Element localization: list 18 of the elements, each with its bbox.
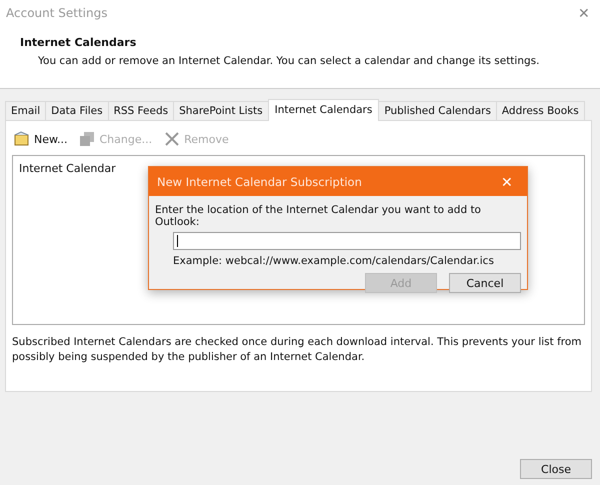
calendar-icon xyxy=(14,131,30,147)
prompt-text: Enter the location of the Internet Calendar you want to add to Outlook: xyxy=(155,204,482,228)
dialog-button[interactable]: Cancel xyxy=(449,273,521,293)
section-title: Internet Calendars xyxy=(20,36,138,49)
example-text: Example: webcal://www.example.com/calendars/Calendar.ics xyxy=(173,255,495,267)
url-field[interactable] xyxy=(173,232,521,250)
close-button[interactable]: Close xyxy=(520,459,592,479)
section-description: You can add or remove an Internet Calendar. You can select a calendar and change its settings. xyxy=(37,55,540,67)
toolbar-button[interactable]: New... xyxy=(12,129,70,149)
window-title: Account Settings xyxy=(6,6,108,20)
tab[interactable]: Email xyxy=(5,101,46,120)
tab[interactable]: Internet Calendars xyxy=(268,99,380,121)
tab[interactable]: Address Books xyxy=(496,101,585,120)
x-icon xyxy=(164,131,180,147)
info-text: Subscribed Internet Calendars are checked once during each download interval. This prevents your list from possibly being suspended by the publisher of an Internet Calendar. xyxy=(12,335,583,364)
pages-icon xyxy=(79,131,96,147)
dialog-title: New Internet Calendar Subscription xyxy=(157,174,362,188)
close-button[interactable]: ✕ xyxy=(574,4,594,20)
